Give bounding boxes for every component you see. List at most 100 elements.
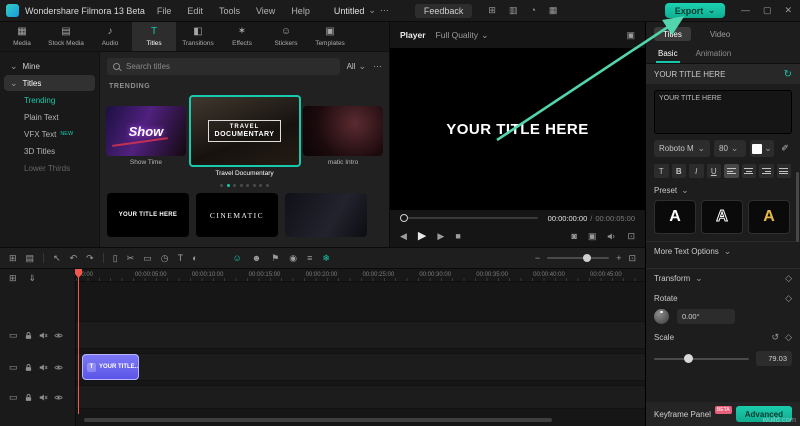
menu-view[interactable]: View xyxy=(256,6,275,16)
shortcuts-icon[interactable]: ⊞ xyxy=(488,6,496,15)
page-dot[interactable] xyxy=(220,184,223,187)
snapshot-icon[interactable]: ◙ xyxy=(572,232,577,241)
maximize-button[interactable]: ▢ xyxy=(763,6,772,15)
seek-handle[interactable] xyxy=(400,214,408,222)
track-options-icon[interactable]: ▭ xyxy=(9,363,18,372)
device-icon[interactable]: ▥ xyxy=(509,6,518,15)
title-thumbnail-cinematic-intro[interactable] xyxy=(303,106,383,156)
minimize-button[interactable]: — xyxy=(741,6,750,15)
scale-slider[interactable] xyxy=(654,358,749,360)
text-style-button[interactable]: T xyxy=(654,164,669,178)
play-button[interactable]: ▶ xyxy=(418,231,426,242)
zoom-slider[interactable] xyxy=(547,257,609,259)
sidebar-item-plain-text[interactable]: Plain Text xyxy=(4,109,95,125)
pip-icon[interactable]: ▣ xyxy=(626,31,635,40)
tab-audio[interactable]: ♪ Audio xyxy=(88,22,132,51)
align-center-button[interactable] xyxy=(742,164,757,178)
filter-dropdown[interactable]: All ⌄ xyxy=(347,62,366,71)
mixer-icon[interactable]: ≡ xyxy=(307,254,312,263)
bold-button[interactable]: B xyxy=(672,164,687,178)
delete-icon[interactable]: ▯ xyxy=(113,254,118,263)
preset-tile-outline[interactable]: A xyxy=(701,200,743,234)
preset-section-row[interactable]: Preset ⌄ xyxy=(654,186,792,195)
page-dot[interactable] xyxy=(266,184,269,187)
keyframe-diamond-icon[interactable]: ◇ xyxy=(785,294,792,303)
playhead[interactable] xyxy=(78,269,79,414)
fullscreen-icon[interactable]: ⊡ xyxy=(627,232,635,241)
eye-icon[interactable] xyxy=(54,393,63,402)
previous-frame-button[interactable]: ◀ xyxy=(400,232,407,241)
export-button[interactable]: Export ⌄ xyxy=(665,3,725,18)
page-dot[interactable] xyxy=(240,184,243,187)
align-right-button[interactable] xyxy=(759,164,774,178)
record-icon[interactable]: ◉ xyxy=(289,254,297,263)
align-left-button[interactable] xyxy=(724,164,739,178)
timeline-horizontal-scrollbar[interactable] xyxy=(84,418,552,422)
title-thumbnail-show-time[interactable]: Show xyxy=(106,106,186,156)
next-frame-button[interactable]: ▶ xyxy=(437,232,444,241)
eye-icon[interactable] xyxy=(54,363,63,372)
tab-stickers[interactable]: ☺ Stickers xyxy=(264,22,308,51)
avatar-icon[interactable]: ☻ xyxy=(252,254,261,263)
title-thumbnail[interactable] xyxy=(285,193,367,237)
marker-icon[interactable]: ⚑ xyxy=(271,254,279,263)
sidebar-group-mine[interactable]: ⌄ Mine xyxy=(4,58,95,74)
lock-icon[interactable] xyxy=(24,331,33,340)
undo-icon[interactable]: ↶ xyxy=(70,254,78,263)
project-more-icon[interactable]: ⋯ xyxy=(380,6,389,15)
pointer-tool-icon[interactable]: ↖ xyxy=(53,254,61,263)
stop-button[interactable]: ■ xyxy=(455,232,460,241)
keyframe-panel-button[interactable]: Keyframe Panel xyxy=(654,410,711,419)
zoom-slider-handle[interactable] xyxy=(583,254,591,262)
track-1[interactable] xyxy=(76,321,645,349)
mute-icon[interactable] xyxy=(39,393,48,402)
page-dot[interactable] xyxy=(253,184,256,187)
camera-icon[interactable]: ▣ xyxy=(588,232,597,241)
preview-canvas[interactable]: YOUR TITLE HERE xyxy=(390,48,645,210)
pagination-dots[interactable] xyxy=(107,184,382,187)
keyframe-diamond-icon[interactable]: ◇ xyxy=(785,274,792,283)
underline-button[interactable]: U xyxy=(707,164,722,178)
title-thumbnail-your-title-here[interactable]: YOUR TITLE HERE xyxy=(107,193,189,237)
menu-file[interactable]: File xyxy=(157,6,172,16)
reset-icon[interactable]: ↺ xyxy=(772,333,780,342)
timeline-clip-your-title[interactable]: T YOUR TITLE... xyxy=(82,354,139,380)
scale-value-input[interactable]: 79.03 xyxy=(756,351,792,366)
project-name-dropdown[interactable]: Untitled ⌄ ⋯ xyxy=(334,6,389,16)
sidebar-item-trending[interactable]: Trending xyxy=(4,92,95,108)
menu-edit[interactable]: Edit xyxy=(187,6,203,16)
timeline-ruler[interactable]: 00:00 00:00:05:00 00:00:10:00 00:00:15:0… xyxy=(76,269,645,282)
more-text-options-row[interactable]: More Text Options ⌄ xyxy=(646,241,800,261)
mask-icon[interactable]: ◐ xyxy=(192,254,197,263)
quality-dropdown[interactable]: Full Quality ⌄ xyxy=(436,30,489,40)
view-options-icon[interactable]: ⋯ xyxy=(373,62,382,71)
sidebar-item-lower-thirds[interactable]: Lower Thirds xyxy=(4,160,95,176)
split-icon[interactable]: ✂ xyxy=(127,254,135,263)
track-options-icon[interactable]: ▭ xyxy=(9,331,18,340)
panel-scrollbar[interactable] xyxy=(796,172,799,242)
mute-icon[interactable] xyxy=(39,331,48,340)
zoom-out-icon[interactable]: − xyxy=(535,254,540,263)
scale-slider-handle[interactable] xyxy=(684,354,693,363)
font-color-picker[interactable]: ⌄ xyxy=(750,140,774,157)
close-button[interactable]: ✕ xyxy=(784,6,792,15)
eyedropper-icon[interactable]: ✐ xyxy=(778,143,792,154)
import-to-track-icon[interactable]: ⇓ xyxy=(29,274,37,283)
rotate-value-input[interactable]: 0.00° xyxy=(677,309,735,324)
font-size-dropdown[interactable]: 80 ⌄ xyxy=(714,140,746,157)
redo-icon[interactable]: ↷ xyxy=(86,254,94,263)
tab-titles-properties[interactable]: Titles xyxy=(654,27,691,41)
menu-help[interactable]: Help xyxy=(291,6,310,16)
list-view-icon[interactable]: ▤ xyxy=(26,254,35,263)
volume-icon[interactable] xyxy=(607,232,616,241)
page-dot[interactable] xyxy=(246,184,249,187)
page-dot[interactable] xyxy=(233,184,236,187)
keyframe-diamond-icon[interactable]: ◇ xyxy=(785,333,792,342)
eye-icon[interactable] xyxy=(54,331,63,340)
lock-icon[interactable] xyxy=(24,363,33,372)
preset-tile-gold[interactable]: A xyxy=(748,200,790,234)
sidebar-group-titles[interactable]: ⌄ Titles xyxy=(4,75,95,91)
seek-bar[interactable] xyxy=(400,217,538,219)
sidebar-item-3d-titles[interactable]: 3D Titles xyxy=(4,143,95,159)
page-dot[interactable] xyxy=(259,184,262,187)
